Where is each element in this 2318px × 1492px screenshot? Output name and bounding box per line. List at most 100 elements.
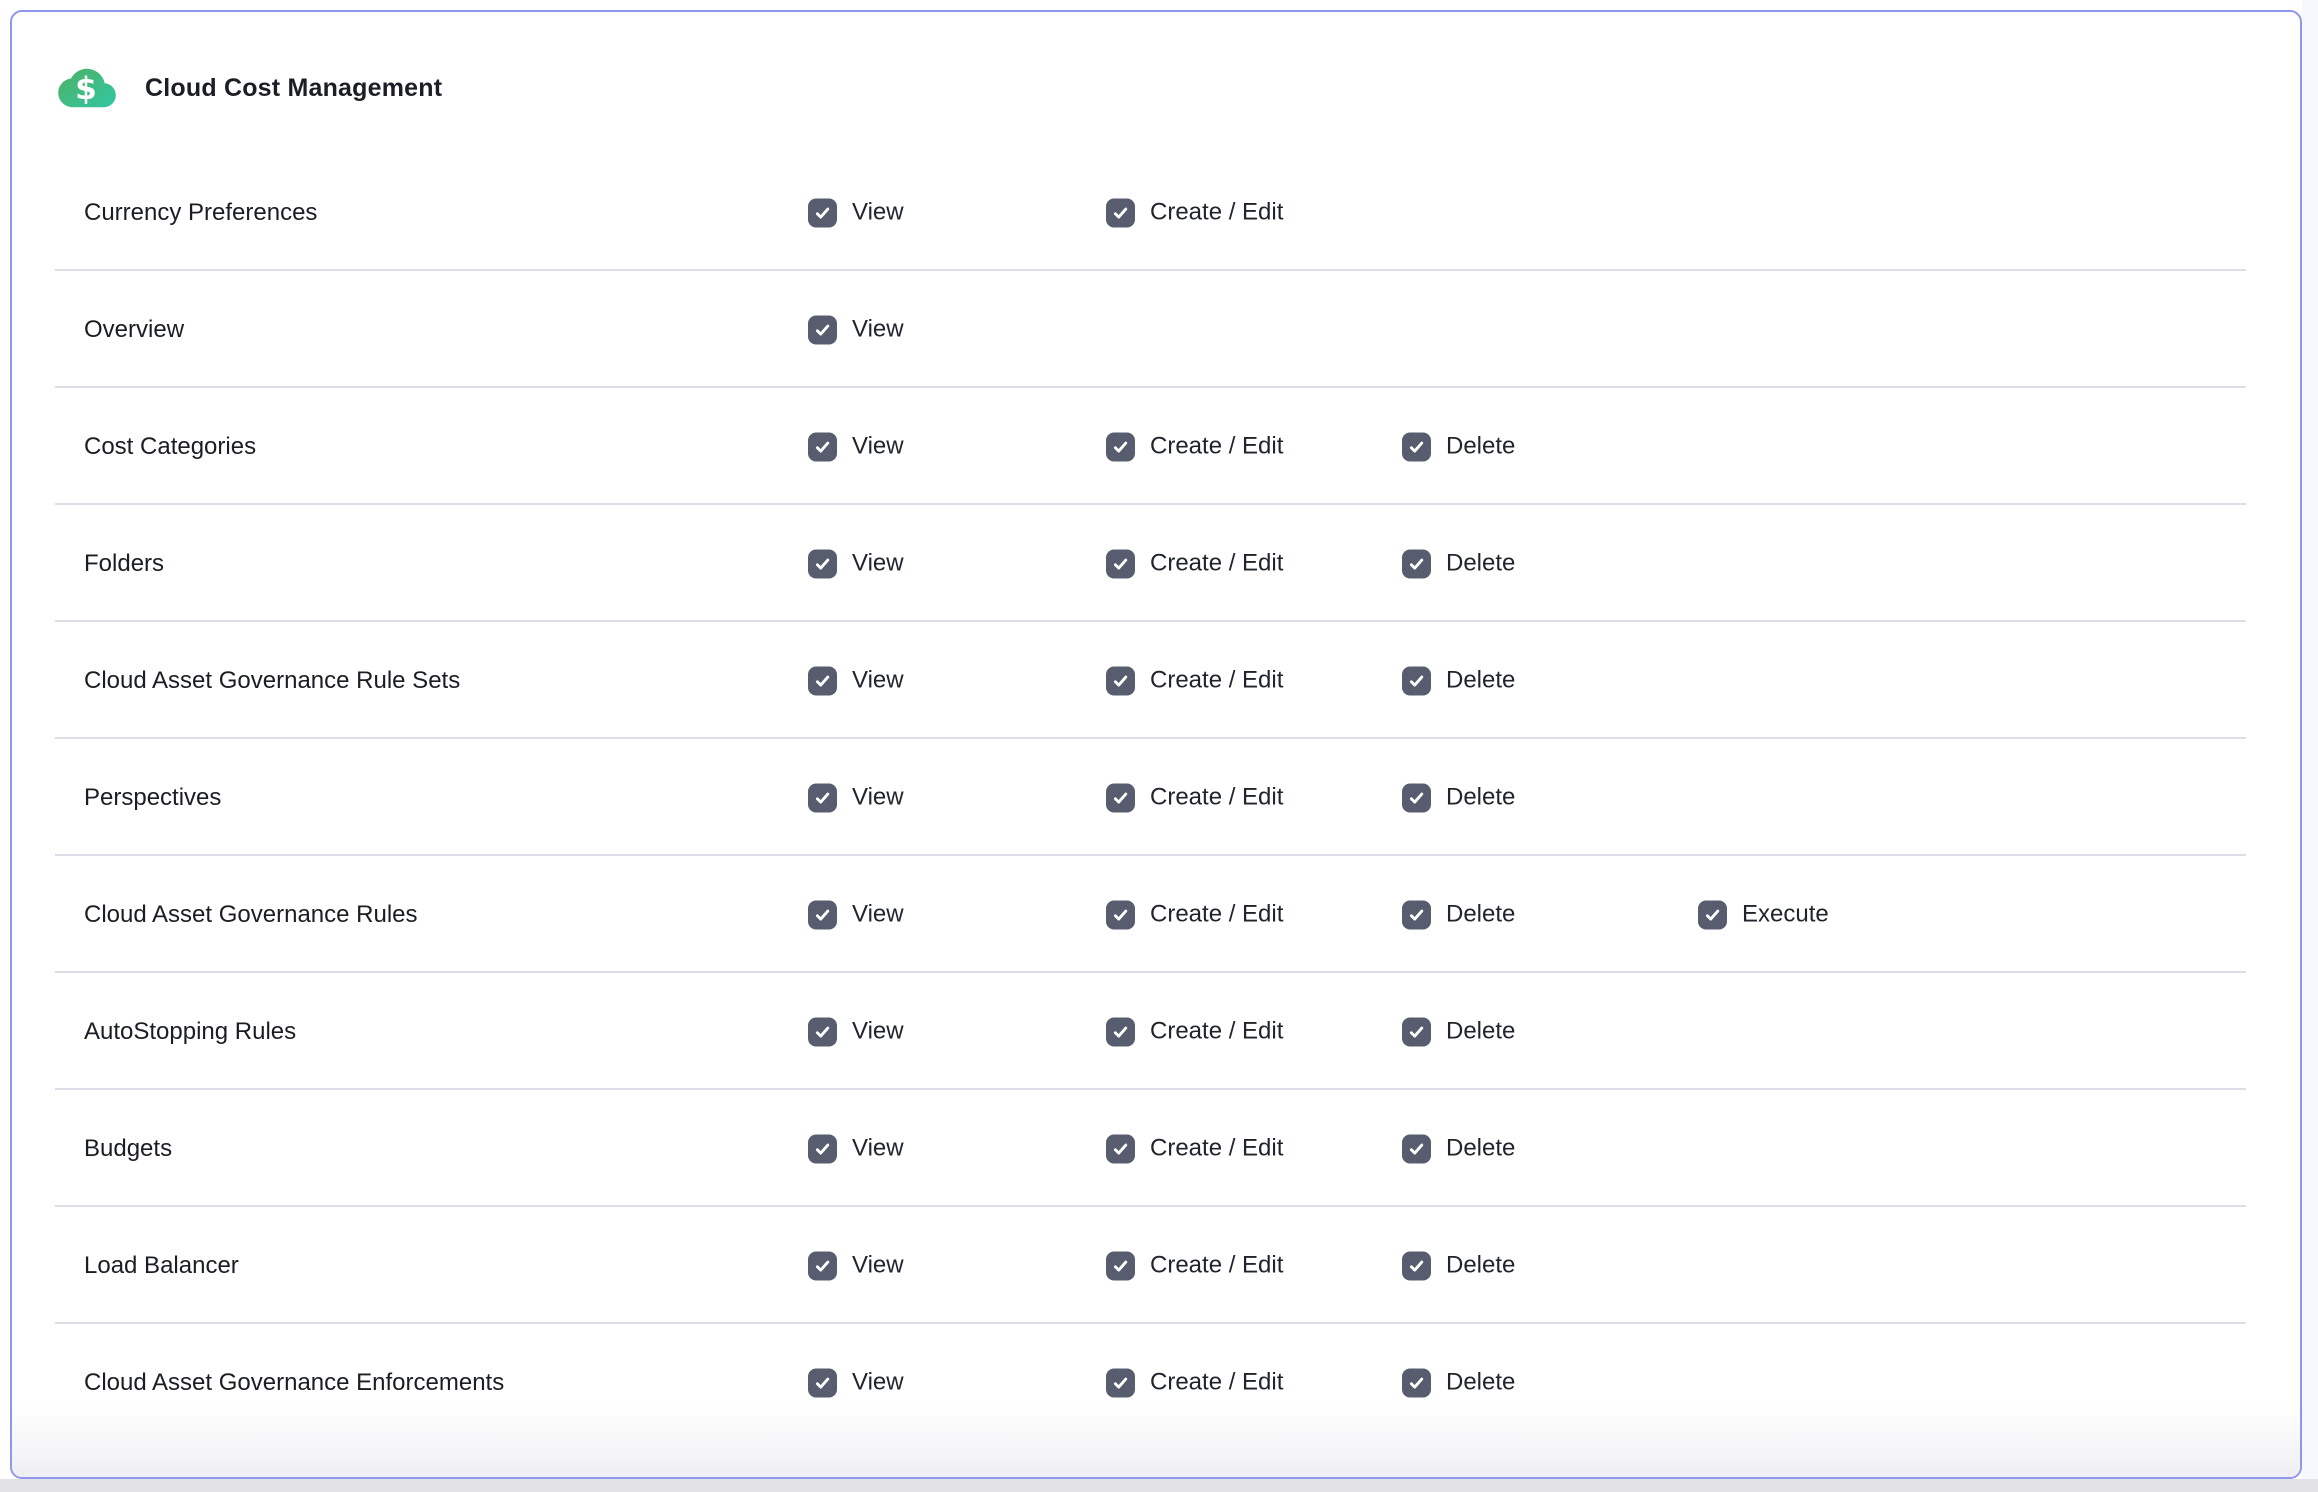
- resource-label-cloud-asset-governance-enforcements: Cloud Asset Governance Enforcements: [84, 1369, 504, 1397]
- create-edit-checkbox[interactable]: [1106, 198, 1135, 227]
- resource-label-folders: Folders: [84, 550, 164, 578]
- check-icon: [813, 1022, 832, 1041]
- execute-permission: Execute: [1698, 900, 1829, 929]
- resource-label-cloud-asset-governance-rules: Cloud Asset Governance Rules: [84, 901, 418, 929]
- view-checkbox[interactable]: [808, 198, 837, 227]
- delete-checkbox[interactable]: [1402, 783, 1431, 812]
- permission-label: Create / Edit: [1150, 433, 1283, 461]
- delete-permission: Delete: [1402, 900, 1515, 929]
- check-icon: [813, 1139, 832, 1158]
- delete-checkbox[interactable]: [1402, 1368, 1431, 1397]
- permission-label: Delete: [1446, 1369, 1515, 1397]
- view-permission: View: [808, 1134, 904, 1163]
- check-icon: [813, 788, 832, 807]
- delete-checkbox[interactable]: [1402, 549, 1431, 578]
- create-edit-permission: Create / Edit: [1106, 1134, 1283, 1163]
- delete-checkbox[interactable]: [1402, 432, 1431, 461]
- delete-checkbox[interactable]: [1402, 1017, 1431, 1046]
- delete-checkbox[interactable]: [1402, 666, 1431, 695]
- permission-label: Create / Edit: [1150, 1135, 1283, 1163]
- check-icon: [813, 671, 832, 690]
- permission-label: View: [852, 199, 904, 227]
- check-icon: [1111, 437, 1130, 456]
- create-edit-checkbox[interactable]: [1106, 666, 1135, 695]
- delete-checkbox[interactable]: [1402, 900, 1431, 929]
- execute-checkbox[interactable]: [1698, 900, 1727, 929]
- view-checkbox[interactable]: [808, 1251, 837, 1280]
- permission-label: Delete: [1446, 1018, 1515, 1046]
- view-checkbox[interactable]: [808, 1017, 837, 1046]
- permission-label: View: [852, 901, 904, 929]
- delete-checkbox[interactable]: [1402, 1134, 1431, 1163]
- permission-label: Delete: [1446, 433, 1515, 461]
- permission-label: Delete: [1446, 784, 1515, 812]
- view-checkbox[interactable]: [808, 1368, 837, 1397]
- check-icon: [813, 1373, 832, 1392]
- create-edit-checkbox[interactable]: [1106, 432, 1135, 461]
- check-icon: [813, 320, 832, 339]
- create-edit-permission: Create / Edit: [1106, 783, 1283, 812]
- check-icon: [1111, 1256, 1130, 1275]
- permission-label: Create / Edit: [1150, 550, 1283, 578]
- view-checkbox[interactable]: [808, 1134, 837, 1163]
- permission-row: OverviewView: [12, 271, 2300, 388]
- view-checkbox[interactable]: [808, 783, 837, 812]
- permission-label: View: [852, 1252, 904, 1280]
- permission-label: Delete: [1446, 901, 1515, 929]
- create-edit-checkbox[interactable]: [1106, 1017, 1135, 1046]
- create-edit-checkbox[interactable]: [1106, 549, 1135, 578]
- create-edit-permission: Create / Edit: [1106, 666, 1283, 695]
- delete-permission: Delete: [1402, 549, 1515, 578]
- permission-row: Cloud Asset Governance Rules View Create /…: [12, 856, 2300, 973]
- permission-label: Delete: [1446, 1135, 1515, 1163]
- svg-text:$: $: [75, 71, 97, 107]
- view-checkbox[interactable]: [808, 549, 837, 578]
- view-permission: View: [808, 1251, 904, 1280]
- create-edit-checkbox[interactable]: [1106, 1368, 1135, 1397]
- create-edit-permission: Create / Edit: [1106, 432, 1283, 461]
- resource-label-perspectives: Perspectives: [84, 784, 221, 812]
- check-icon: [1407, 437, 1426, 456]
- delete-checkbox[interactable]: [1402, 1251, 1431, 1280]
- resource-label-currency-preferences: Currency Preferences: [84, 199, 317, 227]
- view-permission: View: [808, 900, 904, 929]
- create-edit-checkbox[interactable]: [1106, 900, 1135, 929]
- create-edit-permission: Create / Edit: [1106, 1251, 1283, 1280]
- permission-row: Load BalancerViewCreate / EditDelete: [12, 1207, 2300, 1324]
- create-edit-checkbox[interactable]: [1106, 783, 1135, 812]
- view-checkbox[interactable]: [808, 900, 837, 929]
- check-icon: [1407, 788, 1426, 807]
- permission-label: View: [852, 550, 904, 578]
- permission-row: Cost CategoriesViewCreate / EditDelete: [12, 388, 2300, 505]
- check-icon: [1111, 554, 1130, 573]
- delete-permission: Delete: [1402, 1368, 1515, 1397]
- create-edit-permission: Create / Edit: [1106, 198, 1283, 227]
- permission-label: Execute: [1742, 901, 1829, 929]
- resource-label-autostopping-rules: AutoStopping Rules: [84, 1018, 296, 1046]
- permission-label: Create / Edit: [1150, 901, 1283, 929]
- create-edit-permission: Create / Edit: [1106, 1017, 1283, 1046]
- check-icon: [1407, 1373, 1426, 1392]
- permission-label: View: [852, 1018, 904, 1046]
- check-icon: [1111, 788, 1130, 807]
- view-checkbox[interactable]: [808, 432, 837, 461]
- check-icon: [813, 905, 832, 924]
- permission-row: Folders View Create / Edit Delete: [12, 505, 2300, 622]
- view-permission: View: [808, 1017, 904, 1046]
- check-icon: [1407, 905, 1426, 924]
- permission-label: Create / Edit: [1150, 667, 1283, 695]
- create-edit-checkbox[interactable]: [1106, 1251, 1135, 1280]
- view-checkbox[interactable]: [808, 666, 837, 695]
- card-header: $ Cloud Cost Management: [12, 12, 2300, 154]
- permission-label: View: [852, 784, 904, 812]
- permission-row: AutoStopping Rules View Create / Edit Delet…: [12, 973, 2300, 1090]
- permission-label: View: [852, 667, 904, 695]
- create-edit-checkbox[interactable]: [1106, 1134, 1135, 1163]
- permission-row: BudgetsViewCreate / EditDelete: [12, 1090, 2300, 1207]
- create-edit-permission: Create / Edit: [1106, 900, 1283, 929]
- view-checkbox[interactable]: [808, 315, 837, 344]
- delete-permission: Delete: [1402, 1134, 1515, 1163]
- permission-row: Perspectives View Create / Edit Delete: [12, 739, 2300, 856]
- create-edit-permission: Create / Edit: [1106, 1368, 1283, 1397]
- permission-label: Create / Edit: [1150, 784, 1283, 812]
